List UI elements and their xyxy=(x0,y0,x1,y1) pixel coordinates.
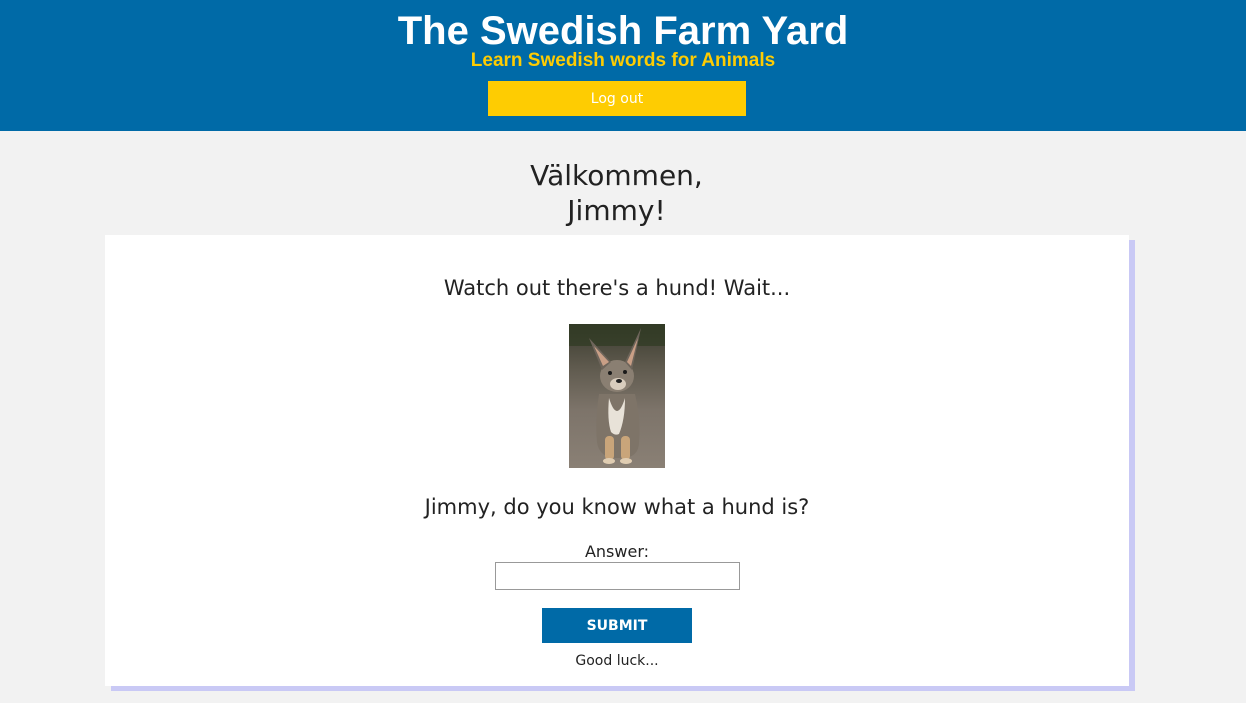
site-title: The Swedish Farm Yard xyxy=(397,9,849,53)
welcome-heading: Välkommen, Jimmy! xyxy=(0,158,1233,228)
good-luck-text: Good luck... xyxy=(575,653,659,669)
logout-button[interactable]: Log out xyxy=(488,81,746,116)
welcome-line-1: Välkommen, xyxy=(530,159,703,192)
site-subtitle: Learn Swedish words for Animals xyxy=(470,50,776,71)
site-header: The Swedish Farm Yard Learn Swedish word… xyxy=(0,0,1246,131)
quiz-question: Jimmy, do you know what a hund is? xyxy=(424,495,810,519)
answer-input[interactable] xyxy=(495,562,740,590)
quiz-intro: Watch out there's a hund! Wait... xyxy=(443,276,791,300)
welcome-line-2: Jimmy! xyxy=(567,194,666,227)
answer-label: Answer: xyxy=(584,542,650,561)
submit-button[interactable]: SUBMIT xyxy=(542,608,692,643)
quiz-card: Watch out there's a hund! Wait... Jimmy,… xyxy=(105,235,1129,686)
dog-photo xyxy=(569,324,665,468)
